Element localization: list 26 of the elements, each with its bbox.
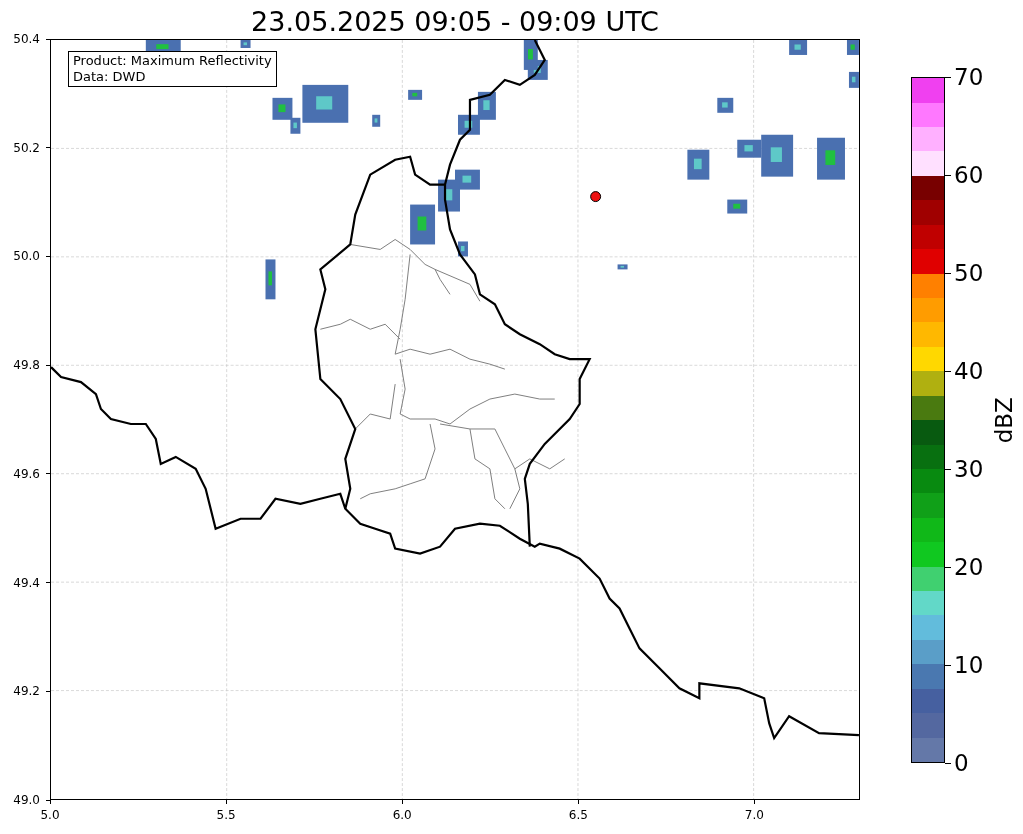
axis-tick-label: 50.2 <box>13 139 40 156</box>
location-marker <box>590 191 602 203</box>
axis-tick-label: 50.0 <box>13 248 40 265</box>
colorbar-tick-label: 70 <box>954 63 984 91</box>
colorbar-tick-label: 0 <box>954 749 969 777</box>
axis-tick-label: 50.4 <box>13 31 40 47</box>
axis-tick-label: 6.0 <box>392 807 412 823</box>
axis-tick-label: 5.5 <box>216 807 236 823</box>
info-text: Data: DWD <box>73 69 147 85</box>
colorbar-tick-label: 50 <box>954 259 984 287</box>
axis-tick-label: 49.4 <box>13 574 40 591</box>
axis-tick-label: 6.5 <box>568 807 588 823</box>
colorbar-tick-label: 20 <box>954 553 984 581</box>
info-text: Product: Maximum Reflectivity <box>73 53 272 69</box>
axis-tick-label: 49.8 <box>13 357 40 374</box>
axis-tick-label: 5.0 <box>40 807 60 823</box>
colorbar-tick-label: 60 <box>954 161 984 189</box>
colorbar-label: dBZ <box>989 396 1018 444</box>
colorbar-tick-label: 10 <box>954 651 984 679</box>
axis-tick-label: 7.0 <box>744 807 764 823</box>
chart-title: 23.05.2025 09:05 - 09:09 UTC <box>251 5 659 39</box>
axis-tick-label: 49.6 <box>13 465 40 482</box>
axis-tick-label: 49.2 <box>13 683 40 700</box>
colorbar-tick-label: 40 <box>954 357 984 385</box>
colorbar-tick-label: 30 <box>954 455 984 483</box>
axis-tick-label: 49.0 <box>13 792 40 808</box>
